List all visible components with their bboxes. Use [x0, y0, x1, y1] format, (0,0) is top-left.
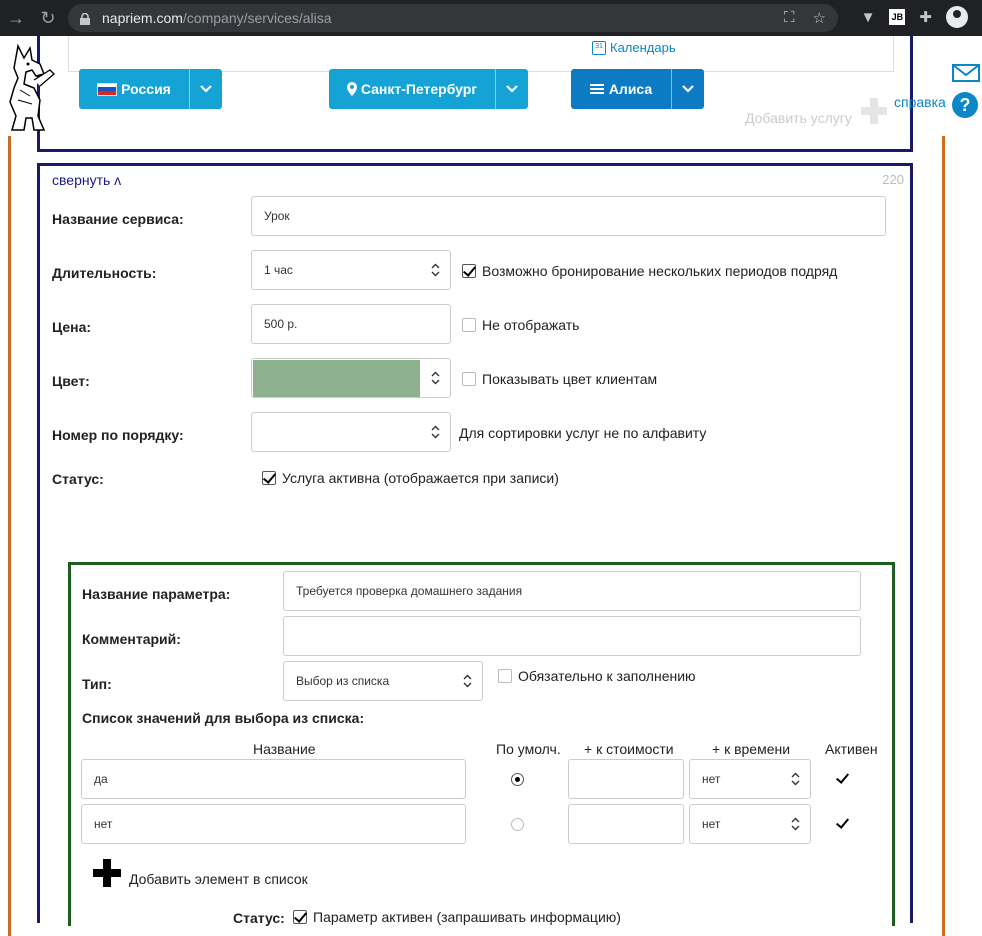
col-header-default: По умолч. [496, 741, 561, 757]
param-name-input[interactable]: Требуется проверка домашнего задания [283, 571, 861, 611]
show-color-checkbox[interactable] [462, 372, 476, 386]
country-dropdown[interactable]: Россия [79, 69, 222, 109]
city-label: Санкт-Петербург [360, 81, 478, 97]
left-border [8, 136, 11, 936]
select-arrows-icon [431, 371, 440, 385]
calendar-link[interactable]: 31 Календарь [592, 40, 676, 55]
price-input[interactable]: 500 р. [251, 304, 451, 344]
add-item-plus-icon[interactable] [93, 859, 121, 887]
status-label: Статус: [52, 471, 104, 487]
default-radio[interactable] [511, 818, 524, 831]
color-swatch [253, 360, 420, 397]
service-active-label: Услуга активна (отображается при записи) [282, 470, 559, 486]
add-service-ghost-link[interactable]: Добавить услугу [745, 110, 852, 126]
bookmark-star-icon[interactable]: ☆ [813, 9, 826, 27]
forward-icon[interactable]: → [0, 8, 32, 29]
add-service-plus-icon[interactable] [861, 98, 887, 124]
chevron-down-icon[interactable] [495, 69, 528, 109]
url-host: napriem.com [102, 10, 183, 26]
value-name-input[interactable]: нет [81, 804, 466, 844]
company-label: Алиса [608, 81, 653, 97]
vpn-extension-icon[interactable]: ▼ [861, 9, 876, 26]
color-label: Цвет: [52, 373, 90, 389]
city-dropdown[interactable]: Санкт-Петербург [329, 69, 528, 109]
required-checkbox[interactable] [498, 669, 512, 683]
param-active-label: Параметр активен (запрашивать информацию… [313, 909, 621, 925]
add-item-label[interactable]: Добавить элемент в список [129, 871, 308, 887]
show-color-label: Показывать цвет клиентам [482, 371, 658, 387]
chevron-down-icon[interactable] [189, 69, 222, 109]
reload-icon[interactable]: ↻ [32, 8, 64, 29]
hide-price-checkbox[interactable] [462, 318, 476, 332]
color-select[interactable] [251, 358, 451, 398]
multi-booking-label: Возможно бронирование нескольких периодо… [482, 263, 838, 279]
param-name-label: Название параметра: [82, 586, 231, 602]
help-question-icon[interactable]: ? [952, 92, 978, 118]
lock-icon [80, 12, 90, 25]
parameter-card: Название параметра: Требуется проверка д… [68, 562, 895, 926]
value-name-input[interactable]: да [81, 759, 466, 799]
select-arrows-icon [431, 263, 440, 277]
param-active-checkbox[interactable] [293, 910, 307, 924]
extensions-puzzle-icon[interactable]: ✚ [919, 8, 932, 26]
type-label: Тип: [82, 676, 112, 692]
duration-label: Длительность: [52, 265, 157, 281]
map-pin-icon [346, 82, 357, 96]
order-select[interactable] [251, 412, 451, 452]
browser-toolbar: → ↻ napriem.com/company/services/alisa ⛶… [0, 0, 982, 36]
time-select[interactable]: нет [689, 804, 811, 844]
page: Добавить услугу 31 Календарь Россия Санк… [0, 36, 982, 936]
calendar-icon: 31 [592, 40, 606, 55]
service-card: свернуть ʌ 220 Название сервиса: Урок Дл… [37, 163, 913, 926]
price-label: Цена: [52, 319, 92, 335]
collapse-link[interactable]: свернуть ʌ [52, 172, 121, 188]
hide-price-label: Не отображать [482, 317, 580, 333]
right-border [942, 136, 945, 936]
required-label: Обязательно к заполнению [518, 668, 696, 684]
help-link[interactable]: справка [894, 94, 946, 110]
jetbrains-extension-icon[interactable]: JB [889, 9, 906, 25]
russia-flag-icon [97, 82, 118, 96]
cost-input[interactable] [568, 804, 684, 844]
col-header-name: Название [253, 741, 316, 757]
order-hint: Для сортировки услуг не по алфавиту [459, 425, 707, 441]
service-active-checkbox[interactable] [262, 471, 276, 485]
cost-input[interactable] [568, 759, 684, 799]
active-checkbox[interactable] [836, 817, 850, 831]
col-header-time: + к времени [712, 741, 791, 757]
menu-icon [589, 84, 604, 94]
comment-label: Комментарий: [82, 631, 181, 647]
value-list-label: Список значений для выбора из списка: [82, 710, 365, 726]
translate-icon[interactable]: ⛶ [784, 9, 795, 27]
mail-icon[interactable] [952, 64, 980, 82]
order-label: Номер по порядку: [52, 427, 184, 443]
multi-booking-checkbox[interactable] [462, 264, 476, 278]
type-select[interactable]: Выбор из списка [283, 661, 483, 701]
company-dropdown[interactable]: Алиса [571, 69, 704, 109]
previous-parameter-card [68, 36, 894, 72]
chevron-down-icon[interactable] [671, 69, 704, 109]
select-arrows-icon [791, 817, 800, 831]
comment-input[interactable] [283, 616, 861, 656]
select-arrows-icon [431, 425, 440, 439]
select-arrows-icon [791, 772, 800, 786]
time-select[interactable]: нет [689, 759, 811, 799]
active-checkbox[interactable] [836, 772, 850, 786]
service-name-label: Название сервиса: [52, 211, 184, 227]
param-status-label: Статус: [233, 910, 285, 926]
select-arrows-icon [463, 674, 472, 688]
fox-logo [9, 43, 55, 131]
col-header-active: Активен [825, 741, 878, 757]
country-label: Россия [121, 81, 171, 97]
service-id: 220 [882, 172, 904, 187]
duration-select[interactable]: 1 час [251, 250, 451, 290]
address-bar[interactable]: napriem.com/company/services/alisa ⛶ ☆ [68, 4, 838, 32]
service-name-input[interactable]: Урок [251, 196, 886, 236]
col-header-cost: + к стоимости [584, 741, 674, 757]
url-path: /company/services/alisa [182, 10, 332, 26]
profile-avatar[interactable] [946, 6, 968, 28]
default-radio[interactable] [511, 773, 524, 786]
